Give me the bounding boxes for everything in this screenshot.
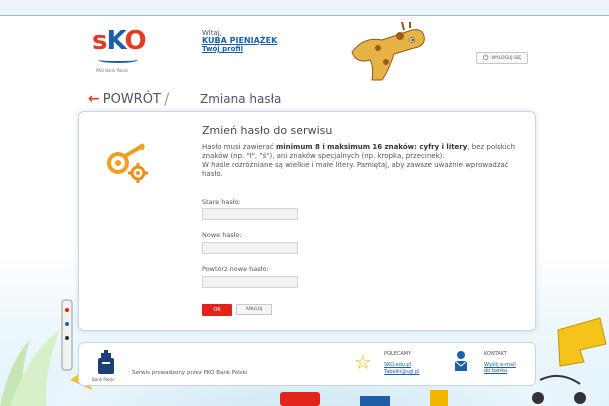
recommend-link-1[interactable]: SKO.edu.pl: [384, 362, 411, 368]
rule-bold: minimum 8 i maksimum 16 znaków: cyfry i …: [275, 143, 468, 151]
user-name-link[interactable]: KUBA PIENIĄŻEK: [202, 37, 277, 45]
logo-swoosh: [98, 57, 138, 63]
logo-subtitle: PKO Bank Polski: [96, 68, 128, 73]
back-link[interactable]: ← POWRÓT: [88, 91, 161, 107]
logo-letter-o: O: [124, 26, 146, 56]
password-rules: Hasło musi zawierać minimum 8 i maksimum…: [202, 143, 518, 179]
form-title: Zmień hasło do serwisu: [202, 124, 333, 137]
ok-button[interactable]: OK: [202, 304, 232, 316]
repeat-password-input[interactable]: [202, 276, 298, 288]
logo-letter-k: K: [106, 26, 125, 56]
decorative-objects-bottom: [280, 390, 448, 406]
contact-link-bank[interactable]: do banku: [484, 368, 507, 374]
contact-title: KONTAKT: [484, 351, 507, 357]
service-provider-text: Serwis prowadzony przez PKO Bank Polski: [132, 370, 248, 376]
star-icon: ☆: [354, 350, 372, 374]
pko-bank-logo-icon[interactable]: [96, 350, 116, 376]
cancel-button[interactable]: ANULUJ: [236, 304, 272, 315]
logo-letter-s: s: [92, 26, 108, 56]
page-title: Zmiana hasła: [200, 92, 282, 106]
user-greeting: Witaj, KUBA PIENIĄŻEK Twój profil: [202, 29, 277, 53]
recommend-title: POLECAMY: [384, 351, 412, 357]
breadcrumb-separator: /: [164, 89, 170, 108]
bank-label: Bank Polski: [92, 377, 115, 382]
power-icon: ⏻: [482, 53, 489, 62]
top-border-bar: [0, 0, 609, 16]
recommend-link-2[interactable]: Tabelki@sgl.pl: [384, 369, 420, 375]
key-gear-icon: [107, 143, 148, 183]
mailbox-icon: [454, 351, 468, 371]
giraffe-mascot: [351, 22, 425, 81]
old-password-label: Stare hasło:: [202, 198, 241, 206]
arrow-left-icon: ←: [88, 91, 100, 107]
profile-link[interactable]: Twój profil: [202, 45, 277, 53]
repeat-password-label: Powtórz nowe hasło:: [202, 265, 269, 273]
back-label: POWRÓT: [102, 91, 161, 107]
logout-label: WYLOGUJ SIĘ: [491, 55, 522, 61]
rule-case-sensitivity: W haśle rozróżniane są wielkie i małe li…: [202, 161, 509, 178]
new-password-label: Nowe hasło:: [202, 231, 242, 239]
new-password-input[interactable]: [202, 242, 298, 254]
logo-wordmark: sKO: [92, 26, 152, 56]
logout-button[interactable]: ⏻ WYLOGUJ SIĘ: [476, 52, 528, 64]
sko-logo[interactable]: sKO PKO Bank Polski: [92, 26, 152, 76]
rule-prefix: Hasło musi zawierać: [202, 143, 276, 151]
old-password-input[interactable]: [202, 208, 298, 220]
